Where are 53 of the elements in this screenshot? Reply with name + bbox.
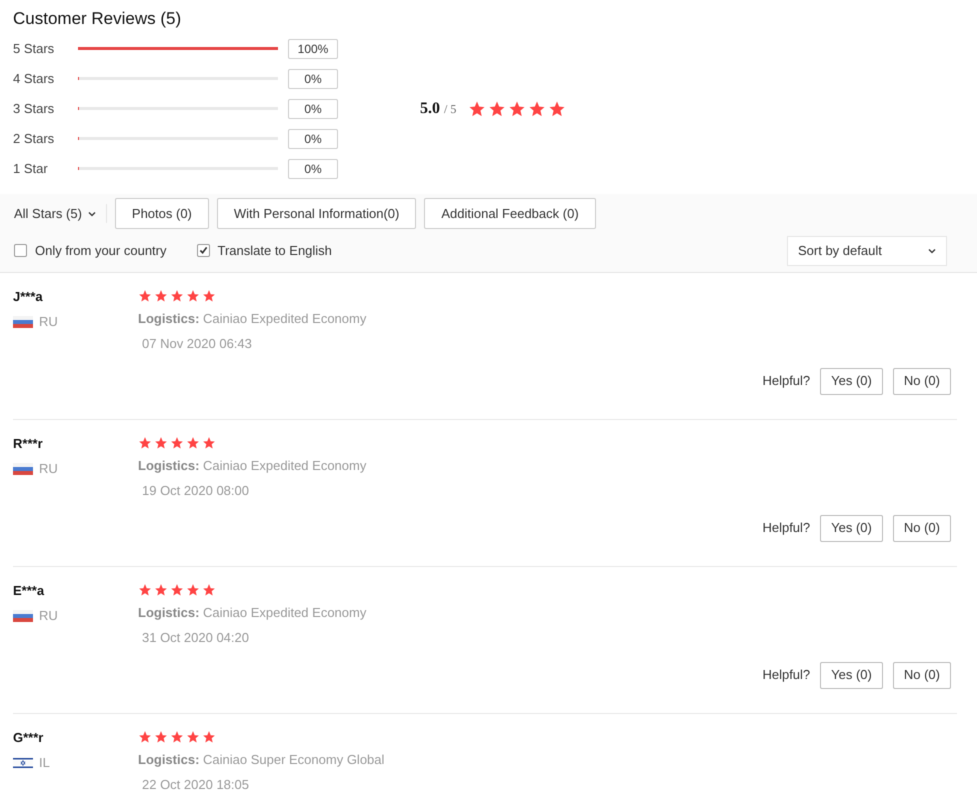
reviewer-name: G***r bbox=[13, 728, 44, 746]
flag-icon bbox=[13, 610, 33, 622]
logistics-info: Logistics: Cainiao Super Economy Global bbox=[138, 750, 384, 769]
star-level-label: 2 Stars bbox=[13, 130, 56, 148]
country-code: RU bbox=[39, 460, 58, 478]
no-button[interactable]: No (0) bbox=[892, 662, 951, 688]
helpful-label: Helpful? bbox=[762, 372, 810, 390]
chevron-down-icon bbox=[928, 248, 936, 254]
flag-icon bbox=[13, 316, 33, 328]
percent-label: 0% bbox=[288, 68, 338, 88]
review-date: 22 Oct 2020 18:05 bbox=[141, 776, 250, 794]
average-rating: 5.0 bbox=[420, 98, 440, 118]
checkbox-label: Only from your country bbox=[35, 242, 166, 260]
percent-label: 0% bbox=[288, 158, 338, 178]
logistics-info: Logistics: Cainiao Expedited Economy bbox=[138, 456, 366, 475]
flag-icon bbox=[13, 462, 33, 475]
country-code: RU bbox=[39, 313, 58, 331]
checkbox[interactable] bbox=[14, 244, 27, 257]
rating-scale: / 5 bbox=[444, 100, 456, 118]
percent-label: 0% bbox=[288, 98, 338, 118]
logistics-info: Logistics: Cainiao Expedited Economy bbox=[138, 310, 366, 328]
filter-button[interactable]: Additional Feedback (0) bbox=[424, 198, 596, 229]
review-date: 31 Oct 2020 04:20 bbox=[141, 629, 250, 647]
reviewer-name: J***a bbox=[13, 288, 44, 306]
filter-button[interactable]: With Personal Information(0) bbox=[216, 198, 416, 229]
yes-button[interactable]: Yes (0) bbox=[820, 368, 883, 394]
reviewer-name: E***a bbox=[13, 582, 46, 600]
section-title: Customer Reviews (5) bbox=[12, 8, 182, 30]
sort-dropdown[interactable]: Sort by default bbox=[787, 236, 947, 266]
flag-icon bbox=[13, 756, 33, 769]
review-date: 19 Oct 2020 08:00 bbox=[141, 482, 250, 500]
chevron-down-icon bbox=[88, 210, 96, 216]
star-level-label: 1 Star bbox=[13, 160, 49, 178]
helpful-label: Helpful? bbox=[762, 519, 810, 538]
yes-button[interactable]: Yes (0) bbox=[820, 662, 883, 688]
logistics-info: Logistics: Cainiao Expedited Economy bbox=[138, 604, 366, 622]
checkbox[interactable] bbox=[196, 244, 210, 257]
star-level-label: 5 Stars bbox=[13, 40, 56, 58]
helpful-label: Helpful? bbox=[762, 666, 810, 684]
country-code: RU bbox=[39, 607, 58, 625]
percent-label: 0% bbox=[288, 128, 338, 148]
review-date: 07 Nov 2020 06:43 bbox=[141, 335, 253, 353]
checkbox-label: Translate to English bbox=[218, 242, 332, 260]
no-button[interactable]: No (0) bbox=[892, 514, 951, 542]
yes-button[interactable]: Yes (0) bbox=[820, 514, 883, 542]
star-level-label: 3 Stars bbox=[13, 100, 56, 118]
reviewer-name: R***r bbox=[13, 434, 44, 452]
star-level-label: 4 Stars bbox=[13, 70, 56, 88]
percent-label: 100% bbox=[288, 38, 338, 58]
filter-button[interactable]: Photos (0) bbox=[114, 198, 209, 229]
star-filter-dropdown[interactable]: All Stars (5) bbox=[14, 204, 107, 224]
no-button[interactable]: No (0) bbox=[892, 368, 951, 394]
country-code: IL bbox=[39, 754, 50, 772]
